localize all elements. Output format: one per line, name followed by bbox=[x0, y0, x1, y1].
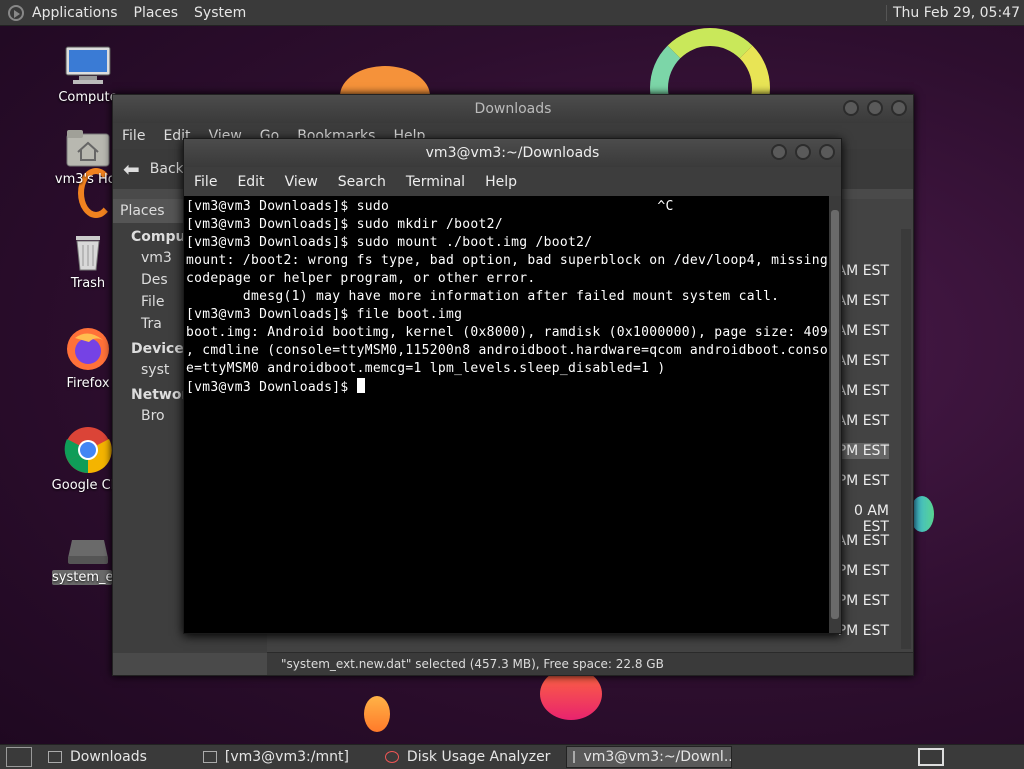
taskbar-item-label: vm3@vm3:~/Downl... bbox=[583, 749, 733, 765]
wallpaper-shape bbox=[364, 696, 390, 732]
terminal-prompt: [vm3@vm3 Downloads]$ bbox=[186, 380, 357, 395]
menu-help[interactable]: Help bbox=[475, 174, 527, 190]
terminal-line: [vm3@vm3 Downloads]$ file boot.img bbox=[186, 307, 463, 322]
disk-usage-icon bbox=[384, 751, 399, 763]
terminal-line: boot.img: Android bootimg, kernel (0x800… bbox=[186, 325, 829, 340]
clock[interactable]: Thu Feb 29, 05:47 bbox=[885, 4, 1024, 21]
terminal-line: codepage or helper program, or other err… bbox=[186, 271, 536, 286]
terminal-line: dmesg(1) may have more information after… bbox=[186, 289, 780, 304]
terminal-titlebar[interactable]: vm3@vm3:~/Downloads bbox=[184, 139, 841, 167]
trash-icon bbox=[68, 230, 108, 272]
terminal-line: [vm3@vm3 Downloads]$ sudo mount ./boot.i… bbox=[186, 235, 593, 250]
minimize-button[interactable] bbox=[771, 144, 787, 160]
terminal-menubar: File Edit View Search Terminal Help bbox=[184, 167, 841, 196]
terminal-line: [vm3@vm3 Downloads]$ sudo mkdir /boot2/ bbox=[186, 217, 503, 232]
minimize-button[interactable] bbox=[843, 100, 859, 116]
terminal-line: mount: /boot2: wrong fs type, bad option… bbox=[186, 253, 829, 268]
top-panel: Applications Places System Thu Feb 29, 0… bbox=[0, 0, 1024, 26]
chrome-icon bbox=[64, 426, 112, 474]
terminal-line: e=ttyMSM0 androidboot.memcg=1 lpm_levels… bbox=[186, 361, 666, 376]
taskbar-item-label: Disk Usage Analyzer bbox=[406, 749, 551, 765]
taskbar-item-terminal-downloads[interactable]: vm3@vm3:~/Downl... bbox=[566, 746, 733, 768]
terminal-icon bbox=[573, 751, 576, 763]
close-button[interactable] bbox=[819, 144, 835, 160]
terminal-window[interactable]: vm3@vm3:~/Downloads File Edit View Searc… bbox=[183, 138, 842, 634]
terminal-prompt-line[interactable]: [vm3@vm3 Downloads]$ bbox=[186, 378, 829, 397]
window-title: vm3@vm3:~/Downloads bbox=[425, 145, 600, 161]
computer-icon bbox=[65, 46, 111, 86]
drive-icon bbox=[66, 536, 110, 566]
menu-edit[interactable]: Edit bbox=[227, 174, 274, 190]
maximize-button[interactable] bbox=[795, 144, 811, 160]
workspace-switcher[interactable] bbox=[918, 748, 944, 766]
terminal-line: [vm3@vm3 Downloads]$ sudo ^C bbox=[186, 199, 674, 214]
taskbar-item-terminal-mnt[interactable]: [vm3@vm3:/mnt] bbox=[197, 746, 355, 768]
taskbar-item-label: Downloads bbox=[70, 749, 147, 765]
firefox-icon bbox=[65, 326, 111, 372]
terminal-line: , cmdline (console=ttyMSM0,115200n8 andr… bbox=[186, 343, 829, 358]
menu-file[interactable]: File bbox=[184, 174, 227, 190]
status-bar: "system_ext.new.dat" selected (457.3 MB)… bbox=[267, 652, 913, 675]
menu-terminal[interactable]: Terminal bbox=[396, 174, 475, 190]
home-folder-icon bbox=[66, 128, 110, 168]
taskbar-item-label: [vm3@vm3:/mnt] bbox=[224, 749, 349, 765]
maximize-button[interactable] bbox=[867, 100, 883, 116]
back-arrow-icon[interactable]: ⬅ bbox=[123, 157, 140, 181]
desktop-icon-label: system_e bbox=[52, 570, 112, 585]
file-list-scrollbar[interactable] bbox=[901, 229, 911, 649]
text-cursor bbox=[356, 378, 365, 393]
taskbar-item-disk-usage-analyzer[interactable]: Disk Usage Analyzer bbox=[379, 746, 557, 768]
show-desktop-icon[interactable] bbox=[6, 747, 32, 767]
distro-logo-icon[interactable] bbox=[8, 4, 24, 21]
close-button[interactable] bbox=[891, 100, 907, 116]
terminal-scrollbar[interactable] bbox=[829, 196, 841, 633]
scrollbar-thumb[interactable] bbox=[831, 210, 839, 619]
terminal-output[interactable]: [vm3@vm3 Downloads]$ sudo ^C [vm3@vm3 Dow… bbox=[184, 196, 829, 633]
taskbar-item-downloads[interactable]: Downloads bbox=[42, 746, 153, 768]
menu-search[interactable]: Search bbox=[328, 174, 396, 190]
window-title: Downloads bbox=[474, 101, 552, 117]
back-button[interactable]: Back bbox=[150, 161, 184, 177]
terminal-icon bbox=[202, 751, 217, 763]
menu-view[interactable]: View bbox=[275, 174, 328, 190]
file-manager-titlebar[interactable]: Downloads bbox=[113, 95, 913, 123]
menu-system[interactable]: System bbox=[186, 5, 254, 21]
menu-places[interactable]: Places bbox=[126, 5, 187, 21]
menu-applications[interactable]: Applications bbox=[24, 5, 126, 21]
folder-icon bbox=[48, 751, 62, 763]
menu-file[interactable]: File bbox=[113, 128, 154, 144]
taskbar: Downloads [vm3@vm3:/mnt] Disk Usage Anal… bbox=[0, 744, 1024, 769]
